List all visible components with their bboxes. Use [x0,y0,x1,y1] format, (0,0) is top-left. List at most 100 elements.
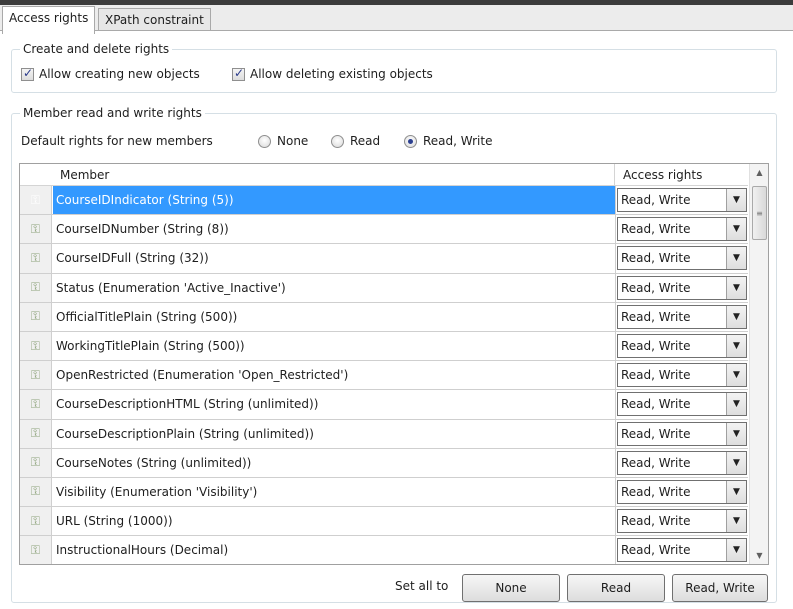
dropdown-arrow-icon[interactable]: ▼ [726,218,746,241]
table-row[interactable]: ⚿ Status (Enumeration 'Active_Inactive') R… [20,273,748,303]
dropdown-arrow-icon[interactable]: ▼ [726,510,746,533]
access-rights-value: Read, Write [621,543,691,558]
row-header[interactable]: ⚿ [20,390,52,419]
dropdown-arrow-icon[interactable]: ▼ [726,451,746,474]
scrollbar-thumb[interactable]: ≡ [752,186,767,240]
member-cell[interactable]: Status (Enumeration 'Active_Inactive') [53,274,615,302]
access-rights-dropdown[interactable]: Read, Write ▼ [617,275,747,300]
access-rights-dropdown[interactable]: Read, Write ▼ [617,363,747,388]
dropdown-arrow-icon[interactable]: ▼ [726,539,746,562]
grid-header: Member Access rights [20,164,748,186]
member-cell[interactable]: InstructionalHours (Decimal) [53,536,615,564]
dropdown-arrow-icon[interactable]: ▼ [726,364,746,387]
access-rights-value: Read, Write [621,222,691,237]
access-rights-dropdown[interactable]: Read, Write ▼ [617,392,747,417]
scroll-up-arrow-icon[interactable]: ▲ [750,164,768,181]
member-cell[interactable]: CourseNotes (String (unlimited)) [53,449,615,477]
dropdown-arrow-icon[interactable]: ▼ [726,422,746,445]
column-header-member[interactable]: Member [60,168,109,182]
dropdown-arrow-icon[interactable]: ▼ [726,276,746,299]
dropdown-arrow-icon[interactable]: ▼ [726,247,746,270]
access-rights-dropdown[interactable]: Read, Write ▼ [617,246,747,271]
radio-none[interactable]: None [258,134,308,148]
access-rights-dropdown[interactable]: Read, Write ▼ [617,509,747,534]
member-cell[interactable]: CourseIDFull (String (32)) [53,244,615,272]
access-rights-dropdown[interactable]: Read, Write ▼ [617,479,747,504]
row-header[interactable]: ⚿ [20,419,52,448]
set-all-read-button[interactable]: Read [567,574,665,602]
member-cell[interactable]: CourseIDNumber (String (8)) [53,215,615,243]
scroll-down-arrow-icon[interactable]: ▼ [750,547,768,564]
table-row[interactable]: ⚿ CourseIDNumber (String (8)) Read, Write ▼ [20,215,748,245]
table-row[interactable]: ⚿ InstructionalHours (Decimal) Read, Write… [20,536,748,564]
row-header[interactable]: ⚿ [20,477,52,507]
radio-button-selected[interactable] [404,134,417,148]
vertical-scrollbar[interactable]: ▲ ≡ ▼ [749,164,768,564]
access-rights-value: Read, Write [621,514,691,529]
row-header[interactable]: ⚿ [20,536,52,564]
dropdown-arrow-icon[interactable]: ▼ [726,334,746,357]
table-row[interactable]: ⚿ WorkingTitlePlain (String (500)) Read, W… [20,331,748,362]
access-rights-dropdown[interactable]: Read, Write ▼ [617,217,747,242]
table-row[interactable]: ⚿ CourseDescriptionPlain (String (unlimit… [20,419,748,449]
member-cell[interactable]: URL (String (1000)) [53,507,615,535]
table-row[interactable]: ⚿ CourseDescriptionHTML (String (unlimite… [20,390,748,420]
dropdown-arrow-icon[interactable]: ▼ [726,189,746,211]
table-row[interactable]: ⚿ CourseIDFull (String (32)) Read, Write ▼ [20,244,748,274]
allow-create-checkbox[interactable]: ✓ Allow creating new objects [21,66,200,81]
table-row[interactable]: ⚿ CourseIDIndicator (String (5)) Read, Wri… [20,186,748,216]
row-header[interactable]: ⚿ [20,302,52,331]
set-all-read-write-button[interactable]: Read, Write [672,574,768,602]
dropdown-arrow-icon[interactable]: ▼ [726,393,746,416]
radio-read[interactable]: Read [331,134,380,148]
access-rights-cell: Read, Write ▼ [615,215,748,244]
member-cell[interactable]: CourseDescriptionPlain (String (unlimite… [53,420,615,448]
access-rights-dropdown[interactable]: Read, Write ▼ [617,538,747,563]
dropdown-arrow-icon[interactable]: ▼ [726,305,746,328]
set-all-none-button[interactable]: None [462,574,560,602]
member-cell[interactable]: Visibility (Enumeration 'Visibility') [53,478,615,506]
access-rights-dropdown[interactable]: Read, Write ▼ [617,188,747,212]
default-rights-label: Default rights for new members [21,134,213,148]
member-cell[interactable]: WorkingTitlePlain (String (500)) [53,332,615,360]
radio-read-label: Read [350,134,381,148]
table-row[interactable]: ⚿ OpenRestricted (Enumeration 'Open_Restr… [20,361,748,391]
access-rights-value: Read, Write [621,484,691,499]
row-header[interactable]: ⚿ [20,215,52,244]
radio-read-write[interactable]: Read, Write [404,134,492,148]
access-rights-dropdown[interactable]: Read, Write ▼ [617,304,747,329]
access-rights-dropdown[interactable]: Read, Write ▼ [617,421,747,446]
row-header[interactable]: ⚿ [20,186,52,215]
member-cell[interactable]: CourseIDIndicator (String (5)) [53,186,615,215]
tab-access-rights[interactable]: Access rights [2,6,96,34]
key-icon: ⚿ [30,455,41,470]
allow-delete-checkbox[interactable]: ✓ Allow deleting existing objects [232,66,433,81]
access-rights-dropdown[interactable]: Read, Write ▼ [617,333,747,358]
member-cell[interactable]: OfficialTitlePlain (String (500)) [53,303,615,331]
row-header[interactable]: ⚿ [20,331,52,361]
table-row[interactable]: ⚿ Visibility (Enumeration 'Visibility') Re… [20,477,748,508]
table-row[interactable]: ⚿ URL (String (1000)) Read, Write ▼ [20,507,748,537]
table-row[interactable]: ⚿ OfficialTitlePlain (String (500)) Read, … [20,302,748,332]
column-divider[interactable] [614,164,615,186]
member-cell[interactable]: CourseDescriptionHTML (String (unlimited… [53,390,615,418]
table-row[interactable]: ⚿ CourseNotes (String (unlimited)) Read, W… [20,448,748,478]
grid-rows: ⚿ CourseIDIndicator (String (5)) Read, Wri… [20,186,748,564]
row-header[interactable]: ⚿ [20,507,52,536]
row-header[interactable]: ⚿ [20,273,52,302]
radio-button[interactable] [331,134,344,148]
access-rights-value: Read, Write [621,338,691,353]
checkbox-box[interactable]: ✓ [232,66,245,81]
radio-button[interactable] [258,134,271,148]
access-rights-cell: Read, Write ▼ [615,448,748,477]
row-header[interactable]: ⚿ [20,361,52,390]
access-rights-dropdown[interactable]: Read, Write ▼ [617,450,747,475]
key-icon: ⚿ [30,542,41,557]
row-header[interactable]: ⚿ [20,448,52,477]
column-header-access-rights[interactable]: Access rights [623,168,702,182]
row-header[interactable]: ⚿ [20,244,52,273]
tab-xpath-constraint[interactable]: XPath constraint [98,8,211,32]
dropdown-arrow-icon[interactable]: ▼ [726,480,746,503]
member-cell[interactable]: OpenRestricted (Enumeration 'Open_Restri… [53,361,615,389]
checkbox-box[interactable]: ✓ [21,66,34,81]
